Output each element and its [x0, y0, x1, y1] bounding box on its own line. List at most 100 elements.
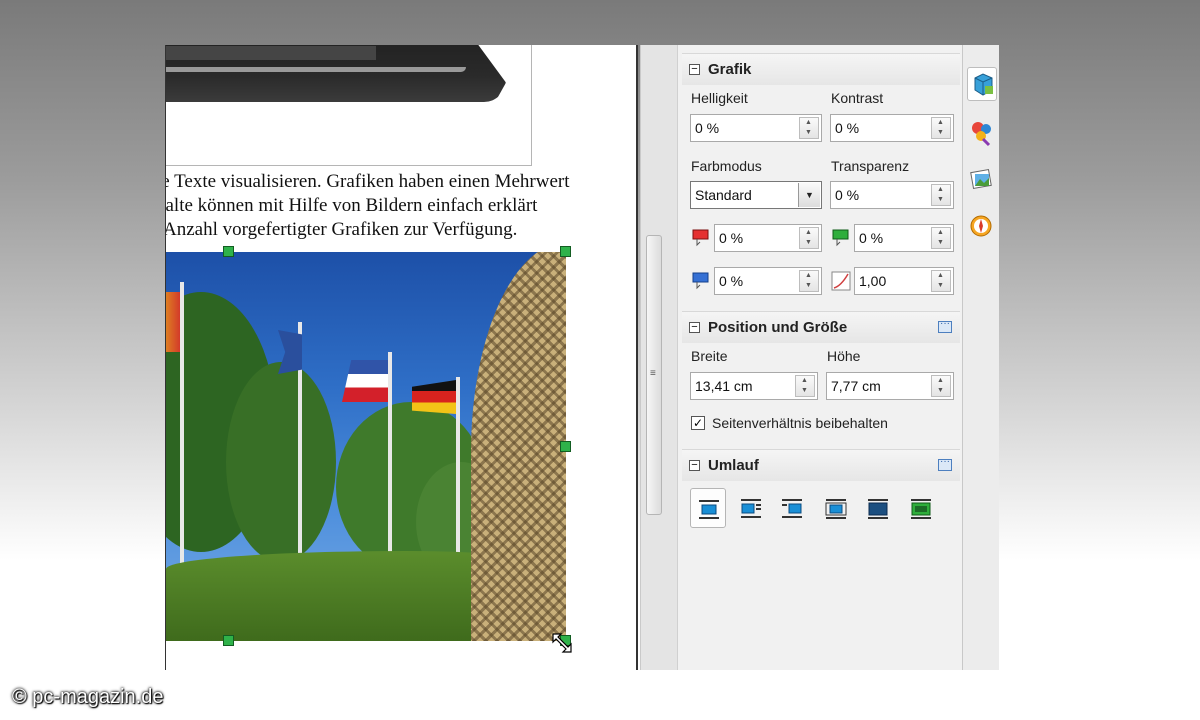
farbmodus-label: Farbmodus [691, 158, 762, 174]
resize-handle-top[interactable] [223, 246, 234, 257]
sidebar-tab-bar [963, 45, 999, 670]
more-options-umlauf-icon[interactable] [938, 456, 952, 471]
green-channel-spinner[interactable] [931, 227, 951, 249]
section-umlauf-header[interactable]: − Umlauf [682, 449, 960, 481]
keep-ratio-label[interactable]: Seitenverhältnis beibehalten [712, 415, 888, 431]
gamma-value: 1,00 [859, 273, 887, 289]
resize-handle-right[interactable] [560, 441, 571, 452]
tablet-edge-highlight [166, 67, 466, 72]
helligkeit-value: 0 % [695, 120, 720, 136]
transparenz-value: 0 % [835, 187, 860, 203]
tree-left-2 [226, 362, 336, 562]
flagpole-4 [456, 377, 460, 577]
wrap-none-button[interactable] [690, 488, 726, 528]
red-channel-value: 0 % [719, 230, 744, 246]
transparenz-spinner[interactable] [931, 184, 951, 206]
section-umlauf-title: Umlauf [708, 457, 759, 474]
chevron-down-icon[interactable]: ▼ [798, 183, 820, 207]
wrap-page-icon [741, 499, 761, 518]
collapse-grafik-icon[interactable]: − [689, 64, 700, 75]
tab-styles[interactable] [967, 115, 997, 149]
wrap-optimal-icon [782, 499, 802, 518]
resize-cursor-icon [552, 633, 572, 653]
wrap-through-button[interactable] [860, 488, 896, 528]
flag-3 [342, 360, 388, 402]
wrap-left-button[interactable] [818, 488, 854, 528]
breite-value: 13,41 cm [695, 378, 753, 394]
red-channel-spinner[interactable] [799, 227, 819, 249]
helligkeit-input[interactable]: 0 % [690, 114, 822, 142]
section-position-title: Position und Größe [708, 319, 848, 336]
kontrast-label: Kontrast [831, 90, 884, 106]
document-page: ie Texte visualisieren. Grafiken haben e… [165, 45, 638, 670]
helligkeit-label: Helligkeit [691, 90, 748, 106]
transparenz-input[interactable]: 0 % [830, 181, 954, 209]
wrap-none-icon [699, 500, 719, 519]
collapse-position-icon[interactable]: − [689, 322, 700, 333]
gallery-icon [970, 168, 992, 190]
wrap-optimal-button[interactable] [774, 488, 810, 528]
blue-channel-spinner[interactable] [799, 270, 819, 292]
flagpole-1 [180, 282, 184, 582]
hoehe-input[interactable]: 7,77 cm [826, 372, 954, 400]
wrap-background-button[interactable] [903, 488, 939, 528]
beach-chair [471, 252, 566, 641]
breite-label: Breite [691, 348, 728, 364]
gamma-icon [831, 271, 851, 291]
breite-spinner[interactable] [795, 375, 815, 397]
blue-channel-input[interactable]: 0 % [714, 267, 822, 295]
hoehe-spinner[interactable] [931, 375, 951, 397]
sidebar-splitter[interactable]: ≡ [640, 45, 677, 670]
flag-2 [278, 330, 302, 374]
green-channel-input[interactable]: 0 % [854, 224, 954, 252]
collapse-umlauf-icon[interactable]: − [689, 460, 700, 471]
tab-properties[interactable] [967, 67, 997, 101]
section-grafik-header[interactable]: − Grafik [682, 53, 960, 85]
kontrast-value: 0 % [835, 120, 860, 136]
document-text-line-3: Anzahl vorgefertigter Grafiken zur Verfü… [165, 219, 518, 240]
tablet-screen-edge [166, 46, 376, 60]
section-position-header[interactable]: − Position und Größe [682, 311, 960, 343]
kontrast-spinner[interactable] [931, 117, 951, 139]
styles-icon [972, 122, 991, 147]
tablet-image [166, 45, 506, 102]
keep-ratio-checkbox[interactable]: ✓ [691, 416, 705, 430]
green-channel-icon [832, 229, 849, 247]
breite-input[interactable]: 13,41 cm [690, 372, 818, 400]
navigator-compass-icon [970, 215, 992, 237]
blue-channel-value: 0 % [719, 273, 744, 289]
wrap-page-button[interactable] [733, 488, 769, 528]
farbmodus-select[interactable]: Standard ▼ [690, 181, 822, 209]
properties-cube-icon [974, 73, 993, 96]
tab-navigator[interactable] [967, 209, 997, 243]
green-channel-value: 0 % [859, 230, 884, 246]
flag-1 [166, 292, 180, 352]
wrap-background-icon [911, 499, 931, 519]
tablet-image-frame[interactable] [166, 45, 532, 166]
wrap-through-icon [868, 499, 888, 519]
wrap-left-icon [825, 499, 847, 519]
blue-channel-icon [692, 272, 709, 290]
splitter-grip-icon[interactable]: ≡ [650, 369, 656, 379]
farbmodus-value: Standard [695, 187, 752, 203]
gamma-input[interactable]: 1,00 [854, 267, 954, 295]
helligkeit-spinner[interactable] [799, 117, 819, 139]
transparenz-label: Transparenz [831, 158, 910, 174]
red-channel-input[interactable]: 0 % [714, 224, 822, 252]
selected-photo[interactable] [166, 252, 566, 641]
gamma-spinner[interactable] [931, 270, 951, 292]
kontrast-input[interactable]: 0 % [830, 114, 954, 142]
flagpole-3 [388, 352, 392, 582]
properties-panel: − Grafik Helligkeit Kontrast 0 % 0 % Far… [677, 45, 963, 670]
flag-germany [412, 380, 456, 414]
resize-handle-bottom[interactable] [223, 635, 234, 646]
document-text-line-1: ie Texte visualisieren. Grafiken haben e… [165, 171, 570, 192]
hoehe-label: Höhe [827, 348, 861, 364]
copyright-watermark: © pc-magazin.de [12, 686, 164, 708]
more-options-position-icon[interactable] [938, 318, 952, 333]
tab-gallery[interactable] [967, 163, 997, 197]
document-text-line-2: halte können mit Hilfe von Bildern einfa… [165, 195, 538, 216]
red-channel-icon [692, 229, 709, 247]
resize-handle-top-right[interactable] [560, 246, 571, 257]
hoehe-value: 7,77 cm [831, 378, 881, 394]
